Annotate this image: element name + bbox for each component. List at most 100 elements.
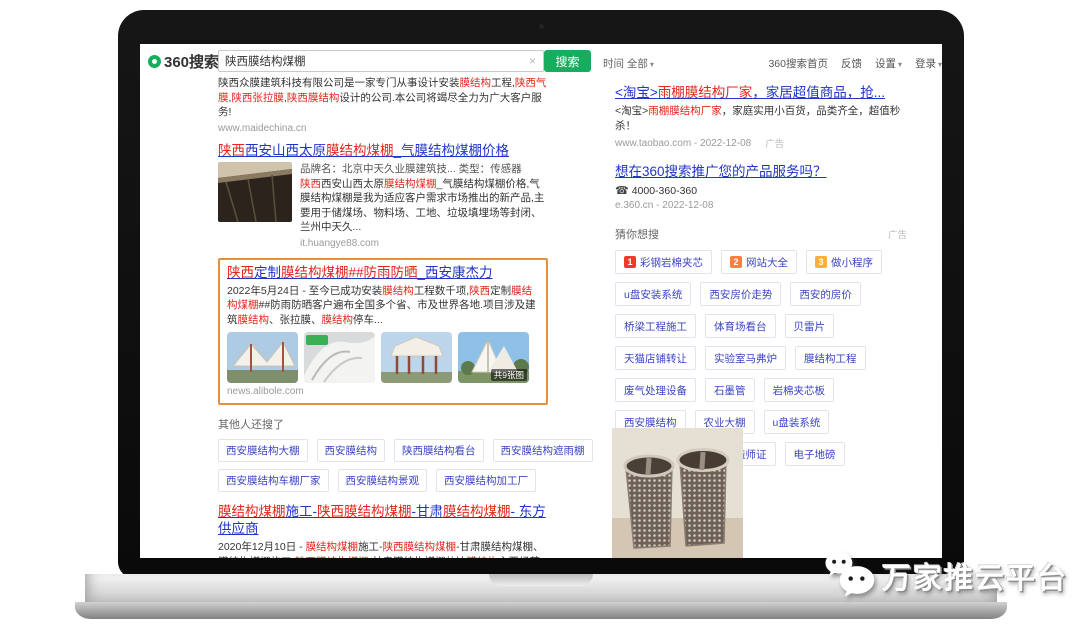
logo-text: 360搜索 (164, 51, 219, 72)
wechat-icon (822, 548, 878, 604)
nav-settings-label: 设置 (875, 58, 896, 70)
chevron-down-icon: ▾ (938, 60, 942, 69)
result-thumbnail[interactable] (304, 332, 375, 383)
result-title-link[interactable]: 膜结构煤棚施工-陕西膜结构煤棚-甘肃膜结构煤棚- 东方供应商 (218, 503, 548, 537)
nav-feedback-link[interactable]: 反馈 (841, 56, 862, 71)
result-snippet: 陕西西安山西太原膜结构煤棚_气膜结构煤棚价格,气膜结构煤棚是我为适应客户需求市场… (300, 177, 548, 235)
nav-home-link[interactable]: 360搜索首页 (768, 56, 828, 71)
search-input[interactable] (219, 55, 522, 67)
browser-viewport: 360搜索 × 搜索 时间 全部▾ 360搜索首页 反馈 设置▾ 登录▾ (140, 44, 942, 558)
membrane-pavilion-photo (381, 332, 452, 383)
result-url: www.maidechina.cn (218, 122, 548, 135)
coal-shed-photo (218, 162, 292, 222)
ad-url: e.360.cn - 2022-12-08 (615, 199, 907, 212)
related-search-tag[interactable]: 西安膜结构 (317, 439, 386, 462)
suggest-tag[interactable]: u盘安装系统 (615, 282, 691, 306)
nav-settings-dropdown[interactable]: 设置▾ (875, 56, 902, 71)
ad-snippet: <淘宝>雨棚膜结构厂家，家庭实用小百货，品类齐全，超值秒杀！ (615, 104, 907, 133)
suggest-tag[interactable]: 体育场看台 (705, 314, 776, 338)
search-result: 陕西众膜建筑科技有限公司是一家专门从事设计安装膜结构工程,陕西气膜,陕西张拉膜,… (218, 76, 548, 135)
mesh-filter-tubes-photo (612, 428, 743, 558)
suggest-tag[interactable]: 桥梁工程施工 (615, 314, 696, 338)
suggest-label: 猜你想搜 (615, 226, 659, 242)
suggest-hot-tag[interactable]: 2 网站大全 (721, 250, 797, 274)
related-search-tag[interactable]: 西安膜结构遮雨棚 (493, 439, 593, 462)
phone-number: 4000-360-360 (632, 185, 697, 197)
search-button[interactable]: 搜索 (544, 50, 591, 72)
search-header: 360搜索 × 搜索 时间 全部▾ 360搜索首页 反馈 设置▾ 登录▾ (140, 44, 942, 76)
laptop-thumb-notch (489, 574, 593, 586)
360-logo-icon (148, 55, 161, 68)
ad-result: <淘宝>雨棚膜结构厂家，家居超值商品，抢... <淘宝>雨棚膜结构厂家，家庭实用… (615, 84, 907, 150)
result-snippet: 2020年12月10日 - 膜结构煤棚施工-陕西膜结构煤棚-甘肃膜结构煤棚、膜结… (218, 540, 548, 558)
result-meta: 品牌名：北京中天久业膜建筑技... 类型：传感器 (300, 162, 548, 176)
360-search-logo[interactable]: 360搜索 (148, 51, 219, 72)
search-box: × (218, 50, 544, 72)
related-search-tag[interactable]: 西安膜结构大棚 (218, 439, 308, 462)
suggest-tag[interactable]: 电子地磅 (785, 442, 845, 466)
suggest-tag[interactable]: 西安的房价 (790, 282, 861, 306)
search-result: 膜结构煤棚施工-陕西膜结构煤棚-甘肃膜结构煤棚- 东方供应商 2020年12月1… (218, 503, 548, 558)
result-title-link[interactable]: 陕西西安山西太原膜结构煤棚_气膜结构煤棚价格 (218, 142, 548, 159)
suggest-tag[interactable]: 贝雷片 (785, 314, 835, 338)
suggest-hot-tag[interactable]: 1彩钢岩棉夹芯 (615, 250, 712, 274)
ad-url: www.taobao.com - 2022-12-08 (615, 137, 751, 150)
result-thumbnail[interactable]: 共9张图 (458, 332, 529, 383)
time-filter-label: 时间 全部 (603, 58, 648, 70)
result-title-link[interactable]: 陕西定制膜结构煤棚##防雨防晒_西安康杰力 (227, 264, 539, 281)
phone-line: ☎4000-360-360 (615, 184, 907, 197)
page: 360搜索 × 搜索 时间 全部▾ 360搜索首页 反馈 设置▾ 登录▾ (0, 0, 1080, 628)
watermark: 万家推云平台 (822, 548, 1068, 604)
suggest-tag[interactable]: 天猫店铺转让 (615, 346, 696, 370)
result-image-strip: 共9张图 (227, 332, 539, 383)
product-image[interactable] (612, 428, 743, 558)
clear-icon[interactable]: × (522, 54, 543, 68)
phone-icon: ☎ (615, 185, 629, 197)
membrane-closeup-photo (304, 332, 375, 383)
top-nav: 360搜索首页 反馈 设置▾ 登录▾ (768, 56, 942, 71)
suggest-tag[interactable]: 实验室马弗炉 (705, 346, 786, 370)
ad-result: 想在360搜索推广您的产品服务吗？ ☎4000-360-360 e.360.cn… (615, 163, 907, 212)
results-column: 陕西众膜建筑科技有限公司是一家专门从事设计安装膜结构工程,陕西气膜,陕西张拉膜,… (218, 76, 548, 558)
chevron-down-icon: ▾ (650, 60, 654, 69)
hot-tag-label: 做小程序 (831, 255, 873, 270)
ad-title-link[interactable]: <淘宝>雨棚膜结构厂家，家居超值商品，抢... (615, 84, 907, 101)
suggest-tag[interactable]: 废气处理设备 (615, 378, 696, 402)
chevron-down-icon: ▾ (898, 60, 902, 69)
membrane-structure-photo (227, 332, 298, 383)
suggest-tag[interactable]: 西安房价走势 (700, 282, 781, 306)
result-thumbnail[interactable] (227, 332, 298, 383)
rank-3-badge: 3 (815, 256, 827, 268)
suggest-tag[interactable]: u盘装系统 (764, 410, 830, 434)
ad-label: 广告 (765, 136, 784, 150)
related-search-tag[interactable]: 西安膜结构景观 (338, 469, 428, 492)
related-tags: 西安膜结构大棚西安膜结构陕西膜结构看台西安膜结构遮雨棚西安膜结构车棚厂家西安膜结… (218, 439, 548, 492)
nav-login-label: 登录 (915, 58, 936, 70)
nav-login-dropdown[interactable]: 登录▾ (915, 56, 942, 71)
result-snippet: 2022年5月24日 - 至今已成功安装膜结构工程数千项,陕西定制膜结构煤棚##… (227, 284, 539, 328)
laptop-base-bottom (75, 602, 1007, 619)
suggest-hot-row: 1彩钢岩棉夹芯 2 网站大全 3 做小程序 (615, 250, 907, 274)
time-filter-dropdown[interactable]: 时间 全部▾ (603, 56, 654, 71)
related-search-tag[interactable]: 西安膜结构车棚厂家 (218, 469, 329, 492)
result-thumbnail[interactable] (218, 162, 292, 222)
highlighted-result-box: 陕西定制膜结构煤棚##防雨防晒_西安康杰力 2022年5月24日 - 至今已成功… (218, 258, 548, 406)
result-url: it.huangye88.com (300, 237, 548, 250)
related-search-tag[interactable]: 西安膜结构加工厂 (436, 469, 536, 492)
result-thumbnail[interactable] (381, 332, 452, 383)
suggest-tag[interactable]: 石墨管 (705, 378, 755, 402)
suggest-tag[interactable]: 膜结构工程 (795, 346, 866, 370)
hot-tag-label: 网站大全 (746, 255, 788, 270)
rank-1-badge: 1 (624, 256, 636, 268)
result-snippet: 陕西众膜建筑科技有限公司是一家专门从事设计安装膜结构工程,陕西气膜,陕西张拉膜,… (218, 76, 548, 120)
suggest-hot-tag[interactable]: 3 做小程序 (806, 250, 882, 274)
result-url: news.alibole.com (227, 385, 539, 398)
watermark-text: 万家推云平台 (882, 555, 1068, 597)
ad-title-link[interactable]: 想在360搜索推广您的产品服务吗？ (615, 163, 907, 180)
related-search-tag[interactable]: 陕西膜结构看台 (394, 439, 484, 462)
related-searches: 其他人还搜了 西安膜结构大棚西安膜结构陕西膜结构看台西安膜结构遮雨棚西安膜结构车… (218, 416, 548, 492)
rank-2-badge: 2 (730, 256, 742, 268)
suggest-tag[interactable]: 岩棉夹芯板 (764, 378, 835, 402)
image-count-badge: 共9张图 (491, 369, 527, 381)
ad-label: 广告 (888, 227, 907, 241)
